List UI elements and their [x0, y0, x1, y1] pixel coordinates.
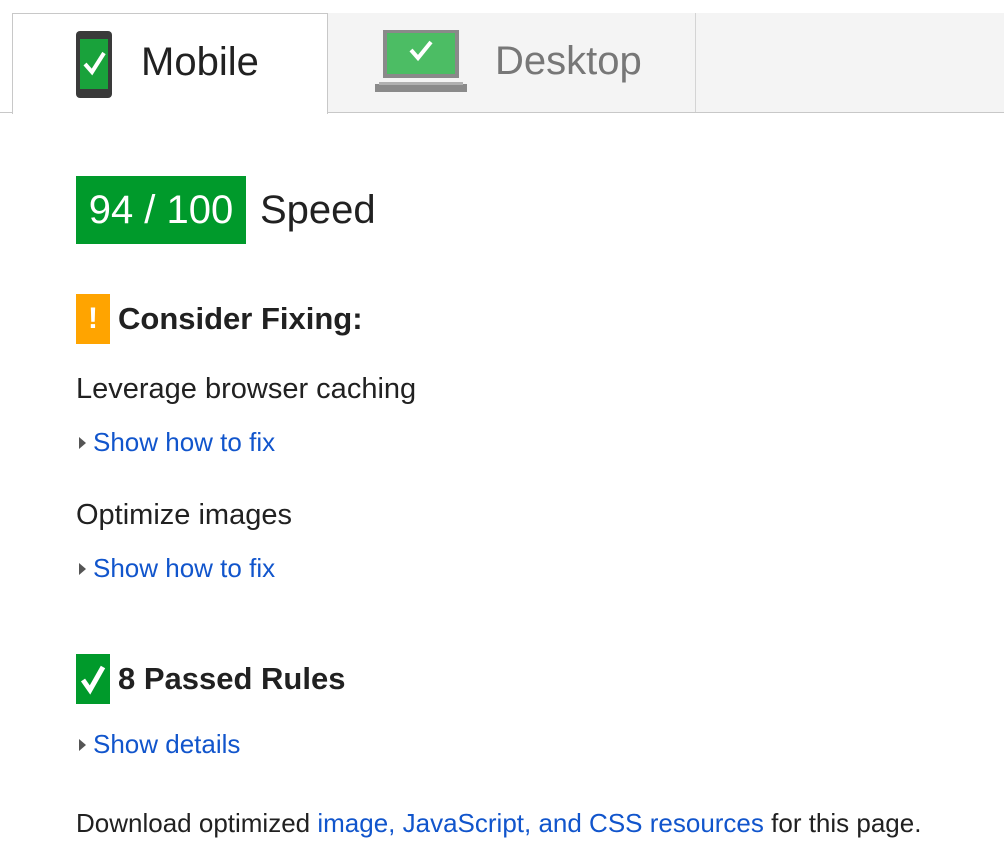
speed-score: 94 / 100 Speed	[76, 176, 376, 244]
score-label: Speed	[260, 187, 376, 232]
tab-mobile[interactable]: Mobile	[12, 13, 328, 114]
passed-rules-label: 8 Passed Rules	[118, 661, 346, 696]
tab-desktop[interactable]: Desktop	[328, 13, 696, 112]
check-icon	[76, 654, 110, 704]
download-resources-link[interactable]: image, JavaScript, and CSS resources	[317, 808, 764, 838]
tab-desktop-label: Desktop	[495, 39, 642, 83]
show-how-to-fix-caching-link[interactable]: Show how to fix	[79, 427, 275, 458]
download-footer: Download optimized image, JavaScript, an…	[76, 808, 921, 839]
warning-icon: !	[76, 294, 110, 344]
show-details-label[interactable]: Show details	[93, 729, 240, 760]
footer-prefix: Download optimized	[76, 808, 318, 838]
expand-triangle-icon	[79, 738, 86, 751]
show-details-link[interactable]: Show details	[79, 729, 240, 760]
show-how-to-fix-label[interactable]: Show how to fix	[93, 427, 275, 458]
rule-title-images: Optimize images	[76, 499, 292, 531]
consider-fixing-heading: ! Consider Fixing:	[76, 294, 363, 344]
show-how-to-fix-images-link[interactable]: Show how to fix	[79, 553, 275, 584]
show-how-to-fix-label[interactable]: Show how to fix	[93, 553, 275, 584]
tab-bar-filler	[696, 13, 1004, 112]
laptop-check-icon	[375, 30, 467, 92]
tab-mobile-label: Mobile	[141, 40, 259, 84]
expand-triangle-icon	[79, 436, 86, 449]
mobile-phone-check-icon	[76, 31, 112, 98]
passed-rules-heading: 8 Passed Rules	[76, 654, 345, 704]
rule-title-caching: Leverage browser caching	[76, 373, 417, 405]
consider-fixing-label: Consider Fixing:	[118, 301, 363, 336]
device-tabs: Mobile Desktop	[0, 0, 1004, 114]
expand-triangle-icon	[79, 562, 86, 575]
score-badge: 94 / 100	[76, 176, 246, 244]
footer-suffix: for this page.	[763, 808, 922, 838]
